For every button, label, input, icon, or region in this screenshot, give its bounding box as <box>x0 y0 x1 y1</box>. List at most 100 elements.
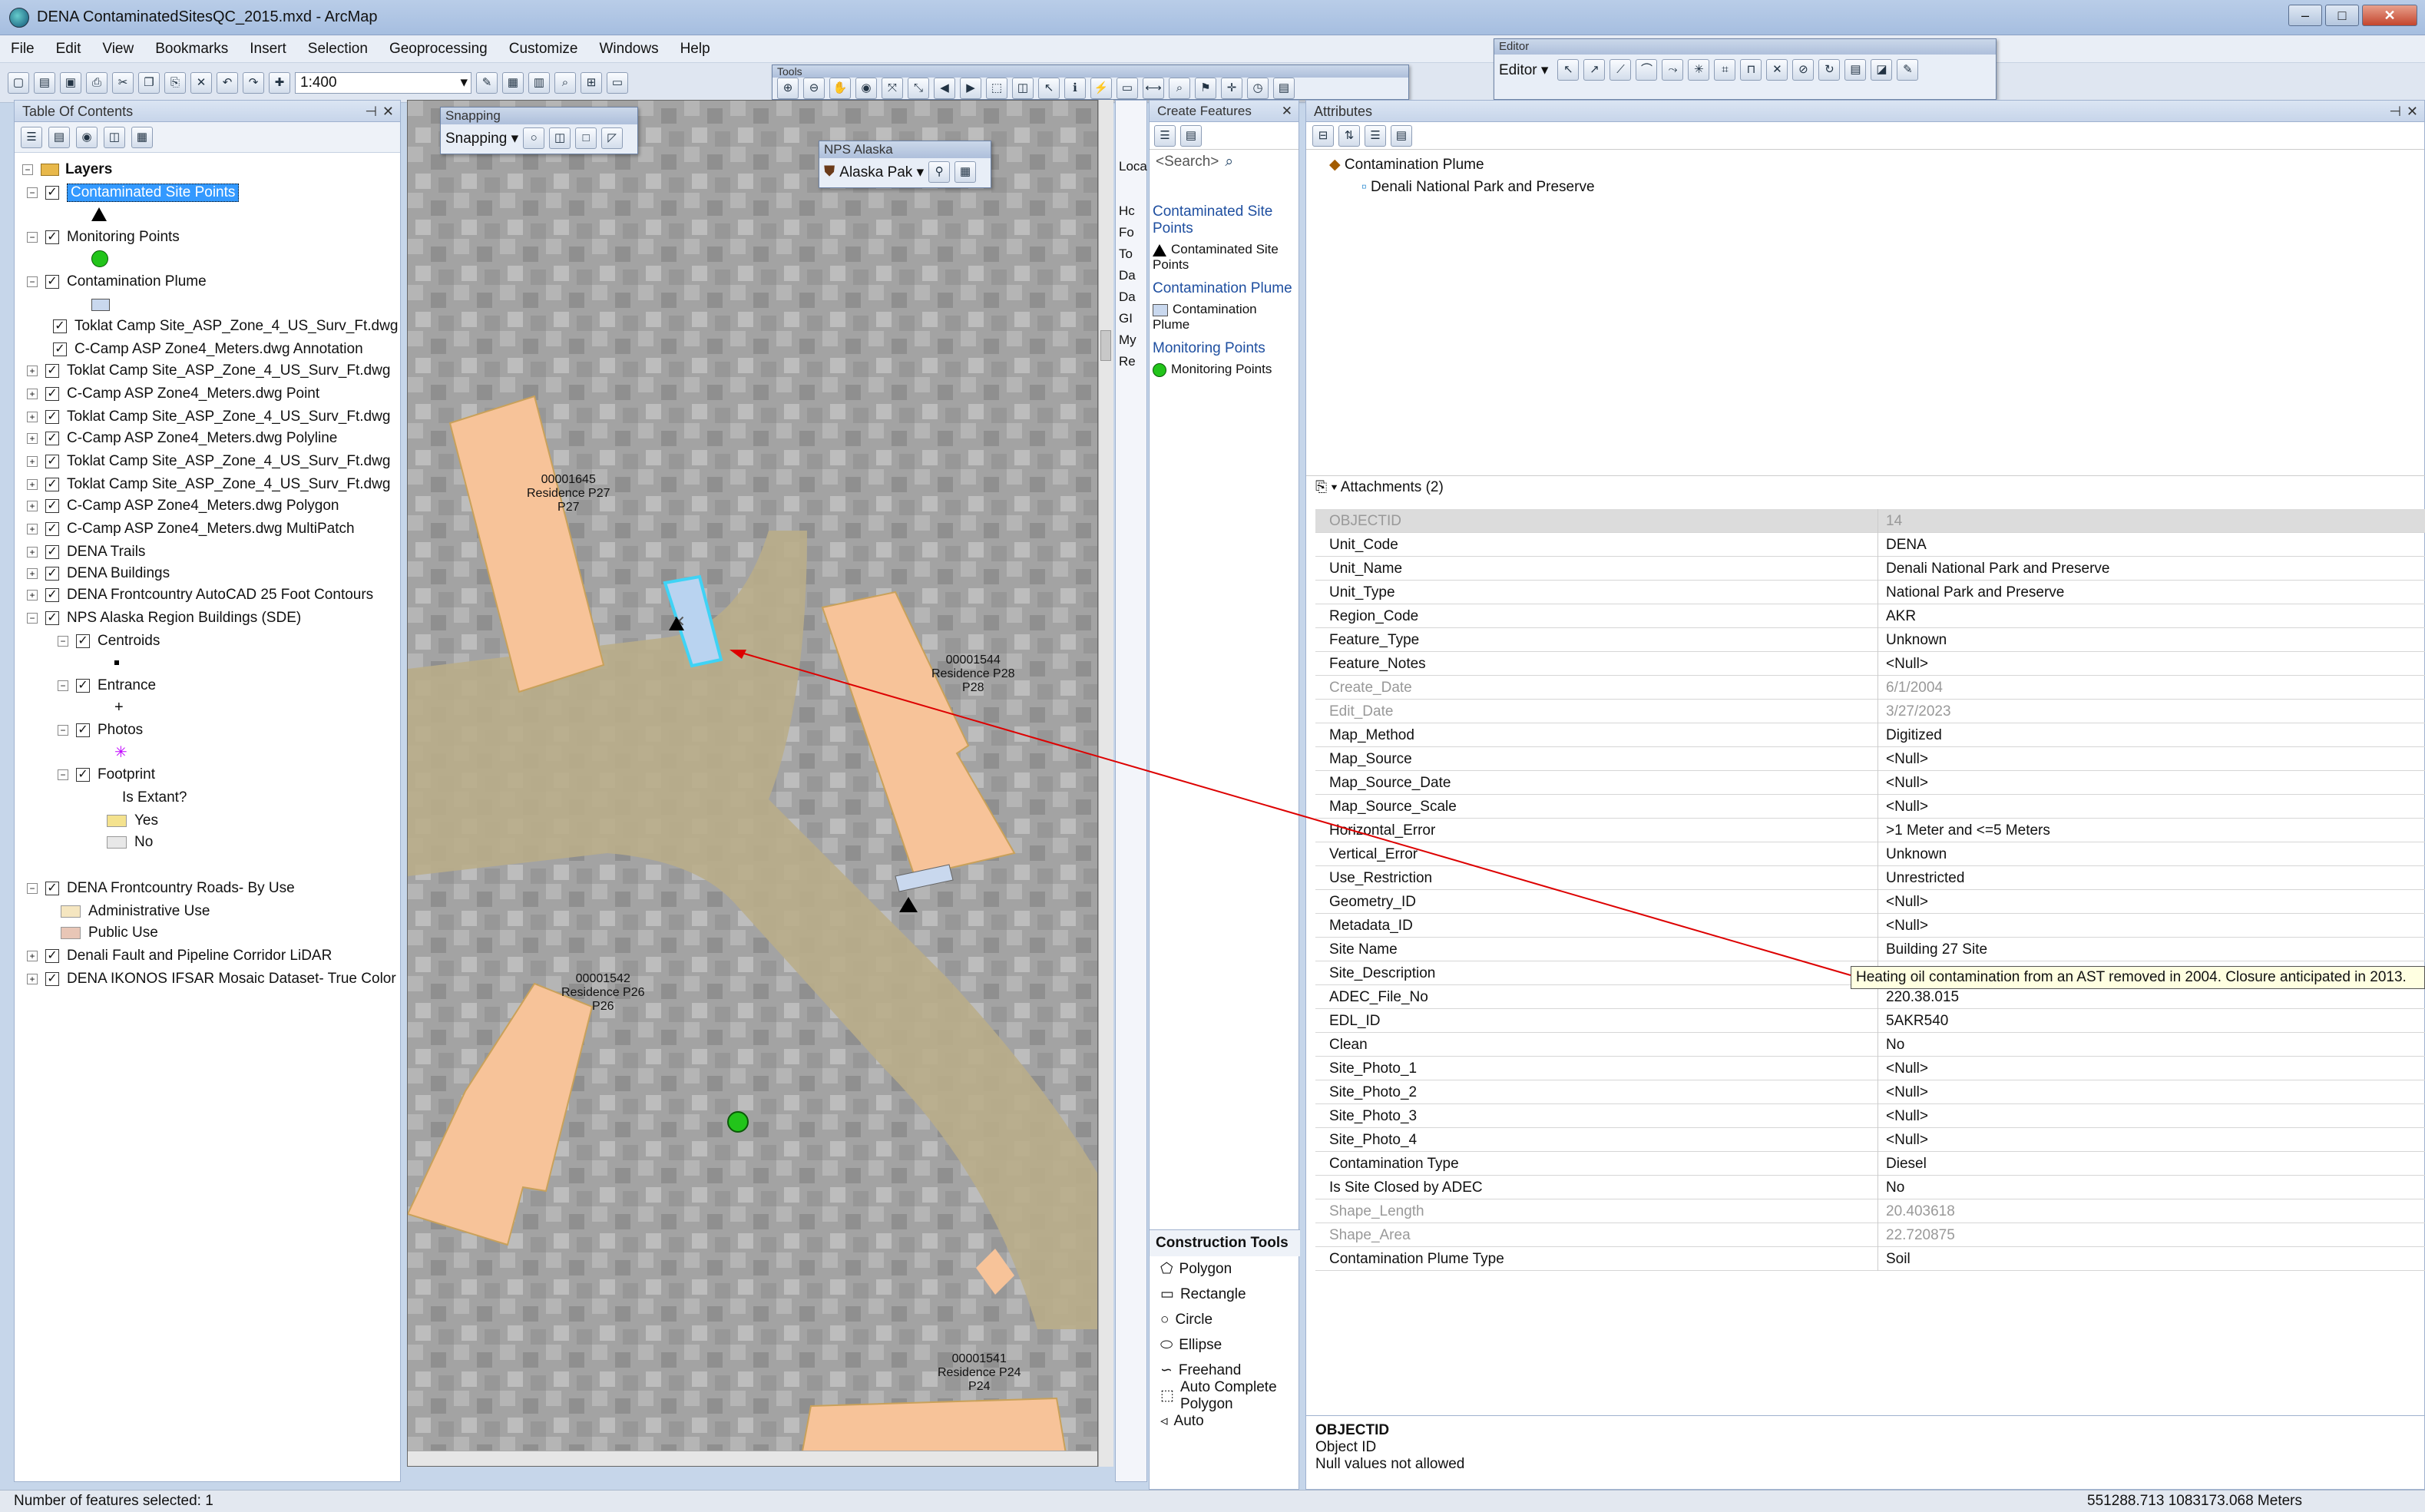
attribute-row[interactable]: Feature_Notes <Null> <box>1315 652 2425 676</box>
cut-polygons-icon[interactable]: ✕ <box>1766 59 1788 81</box>
end-point-arc-icon[interactable]: ⌒ <box>1636 59 1658 81</box>
layer-visibility-checkbox[interactable]: ✓ <box>76 768 90 782</box>
layer-visibility-checkbox[interactable]: ✓ <box>76 723 90 737</box>
attribute-row[interactable]: Feature_Type Unknown <box>1315 628 2425 652</box>
toc-options-icon[interactable]: ▦ <box>131 126 153 148</box>
zoom-out-icon[interactable]: ⊖ <box>803 78 825 99</box>
attribute-row[interactable]: OBJECTID 14 <box>1315 509 2425 533</box>
toc-layer-24[interactable]: − ✓ DENA Frontcountry Roads- By Use <box>27 878 295 899</box>
attribute-field-value[interactable]: <Null> <box>1877 771 2415 795</box>
save-icon[interactable]: ▣ <box>60 72 81 94</box>
toc-layer-26[interactable]: Public Use <box>61 922 158 944</box>
pin-icon[interactable]: ⊣ <box>2389 101 2401 122</box>
template-item[interactable]: Contaminated Site Points <box>1153 242 1295 273</box>
narrow-panel-item[interactable]: GI <box>1119 311 1133 326</box>
toc-layer-25[interactable]: Administrative Use <box>61 901 210 922</box>
attribute-field-value[interactable]: <Null> <box>1877 890 2415 914</box>
toc-layer-18[interactable]: − ✓ Entrance <box>58 675 156 696</box>
cut-icon[interactable]: ✂ <box>112 72 134 94</box>
minimize-button[interactable]: – <box>2288 5 2322 26</box>
attribute-field-value[interactable]: 14 <box>1877 509 2415 533</box>
toc-layer-12[interactable]: + ✓ C-Camp ASP Zone4_Meters.dwg MultiPatch <box>27 518 355 540</box>
attribute-field-value[interactable]: 22.720875 <box>1877 1223 2415 1247</box>
layer-visibility-checkbox[interactable]: ✓ <box>45 611 59 625</box>
narrow-panel-item[interactable]: My <box>1119 333 1136 348</box>
snapping-menu[interactable]: Snapping ▾ <box>445 130 518 147</box>
layer-visibility-checkbox[interactable]: ✓ <box>45 364 59 378</box>
attachments-row[interactable]: ⎘ ▾ Attachments (2) <box>1306 475 2425 498</box>
narrow-panel-item[interactable]: Hc <box>1119 203 1135 219</box>
toc-layer-0[interactable]: − ✓ Contaminated Site Points <box>27 182 240 203</box>
construction-tool-5[interactable]: ⬚ Auto Complete Polygon <box>1160 1379 1300 1412</box>
attribute-field-value[interactable]: <Null> <box>1877 1128 2415 1152</box>
attribute-row[interactable]: Clean No <box>1315 1033 2425 1057</box>
organize-templates-icon[interactable]: ☰ <box>1154 124 1176 147</box>
undo-icon[interactable]: ↶ <box>217 72 238 94</box>
expand-toggle-icon[interactable]: + <box>27 433 38 444</box>
layer-visibility-checkbox[interactable]: ✓ <box>45 387 59 401</box>
split-icon[interactable]: ⊘ <box>1792 59 1815 81</box>
attribute-row[interactable]: Unit_Type National Park and Preserve <box>1315 581 2425 604</box>
attribute-row[interactable]: Unit_Code DENA <box>1315 533 2425 557</box>
attribute-row[interactable]: Edit_Date 3/27/2023 <box>1315 700 2425 723</box>
html-popup-icon[interactable]: ▭ <box>1117 78 1138 99</box>
menu-edit[interactable]: Edit <box>56 41 81 58</box>
attribute-field-value[interactable]: Diesel <box>1877 1152 2415 1176</box>
layer-visibility-checkbox[interactable]: ✓ <box>76 634 90 648</box>
attribute-row[interactable]: Map_Source <Null> <box>1315 747 2425 771</box>
measure-icon[interactable]: ⟷ <box>1143 78 1164 99</box>
nps-tool-icon[interactable]: ⚲ <box>928 161 951 183</box>
attribute-field-value[interactable]: Soil <box>1877 1247 2415 1271</box>
hyperlink-icon[interactable]: ⚡ <box>1090 78 1112 99</box>
toc-layer-10[interactable]: + ✓ Toklat Camp Site_ASP_Zone_4_US_Surv_Ft… <box>27 474 390 495</box>
edit-vertices-icon[interactable]: ⌗ <box>1714 59 1736 81</box>
expand-toggle-icon[interactable]: + <box>27 590 38 600</box>
toc-layer-22[interactable]: Yes <box>107 810 158 832</box>
attribute-row[interactable]: Metadata_ID <Null> <box>1315 914 2425 938</box>
back-extent-icon[interactable]: ◀ <box>934 78 955 99</box>
forward-extent-icon[interactable]: ▶ <box>960 78 981 99</box>
scrollbar-thumb[interactable] <box>1100 330 1111 361</box>
attribute-field-value[interactable]: No <box>1877 1033 2415 1057</box>
expand-toggle-icon[interactable]: + <box>27 456 38 467</box>
layer-visibility-checkbox[interactable]: ✓ <box>45 882 59 895</box>
narrow-panel-item[interactable]: Da <box>1119 289 1136 305</box>
reshape-icon[interactable]: ⊓ <box>1740 59 1762 81</box>
map-view[interactable]: ✕ 00001645 Residence P27 P27 00001544 Re… <box>407 100 1098 1467</box>
point-icon[interactable]: ✳ <box>1688 59 1710 81</box>
layers-root[interactable]: − Layers <box>22 159 112 180</box>
menu-view[interactable]: View <box>102 41 134 58</box>
select-elements-icon[interactable]: ↖ <box>1038 78 1060 99</box>
rotate-icon[interactable]: ↻ <box>1818 59 1841 81</box>
toc-layer-2[interactable]: − ✓ Contamination Plume <box>27 271 207 293</box>
layer-visibility-checkbox[interactable]: ✓ <box>45 949 59 963</box>
map-vertical-scrollbar[interactable] <box>1098 100 1113 1467</box>
toc-layer-6[interactable]: + ✓ C-Camp ASP Zone4_Meters.dwg Point <box>27 383 319 405</box>
expand-toggle-icon[interactable]: − <box>58 725 68 736</box>
layer-visibility-checkbox[interactable]: ✓ <box>45 478 59 491</box>
toc-window-icon[interactable]: ▦ <box>502 72 524 94</box>
zoom-in-icon[interactable]: ⊕ <box>777 78 799 99</box>
expand-toggle-icon[interactable]: − <box>27 187 38 198</box>
fixed-zoom-in-icon[interactable]: ⤧ <box>882 78 903 99</box>
full-extent-icon[interactable]: ◉ <box>855 78 877 99</box>
menu-customize[interactable]: Customize <box>509 41 578 58</box>
editor-toolbar-icon[interactable]: ✎ <box>476 72 498 94</box>
narrow-panel-item[interactable]: Loca <box>1119 159 1147 174</box>
expand-toggle-icon[interactable]: + <box>27 951 38 961</box>
layer-visibility-checkbox[interactable]: ✓ <box>53 319 67 333</box>
edit-tool-icon[interactable]: ↖ <box>1557 59 1580 81</box>
attribute-row[interactable]: Site_Photo_4 <Null> <box>1315 1128 2425 1152</box>
attribute-row[interactable]: Map_Method Digitized <box>1315 723 2425 747</box>
attribute-field-value[interactable]: No <box>1877 1176 2415 1199</box>
attribute-field-value[interactable]: <Null> <box>1877 1057 2415 1080</box>
search-input[interactable]: <Search> <box>1156 154 1219 170</box>
toc-layer-19[interactable]: − ✓ Photos <box>58 720 143 741</box>
toc-layer-8[interactable]: + ✓ C-Camp ASP Zone4_Meters.dwg Polyline <box>27 428 337 449</box>
point-snap-icon[interactable]: ○ <box>523 127 545 149</box>
pin-icon[interactable]: ⊣ <box>365 101 377 122</box>
toc-layer-23[interactable]: No <box>107 832 153 853</box>
layer-visibility-checkbox[interactable]: ✓ <box>45 567 59 581</box>
nps-grid-icon[interactable]: ▦ <box>954 161 977 183</box>
feature-tree-icon[interactable]: ⊟ <box>1312 124 1334 147</box>
